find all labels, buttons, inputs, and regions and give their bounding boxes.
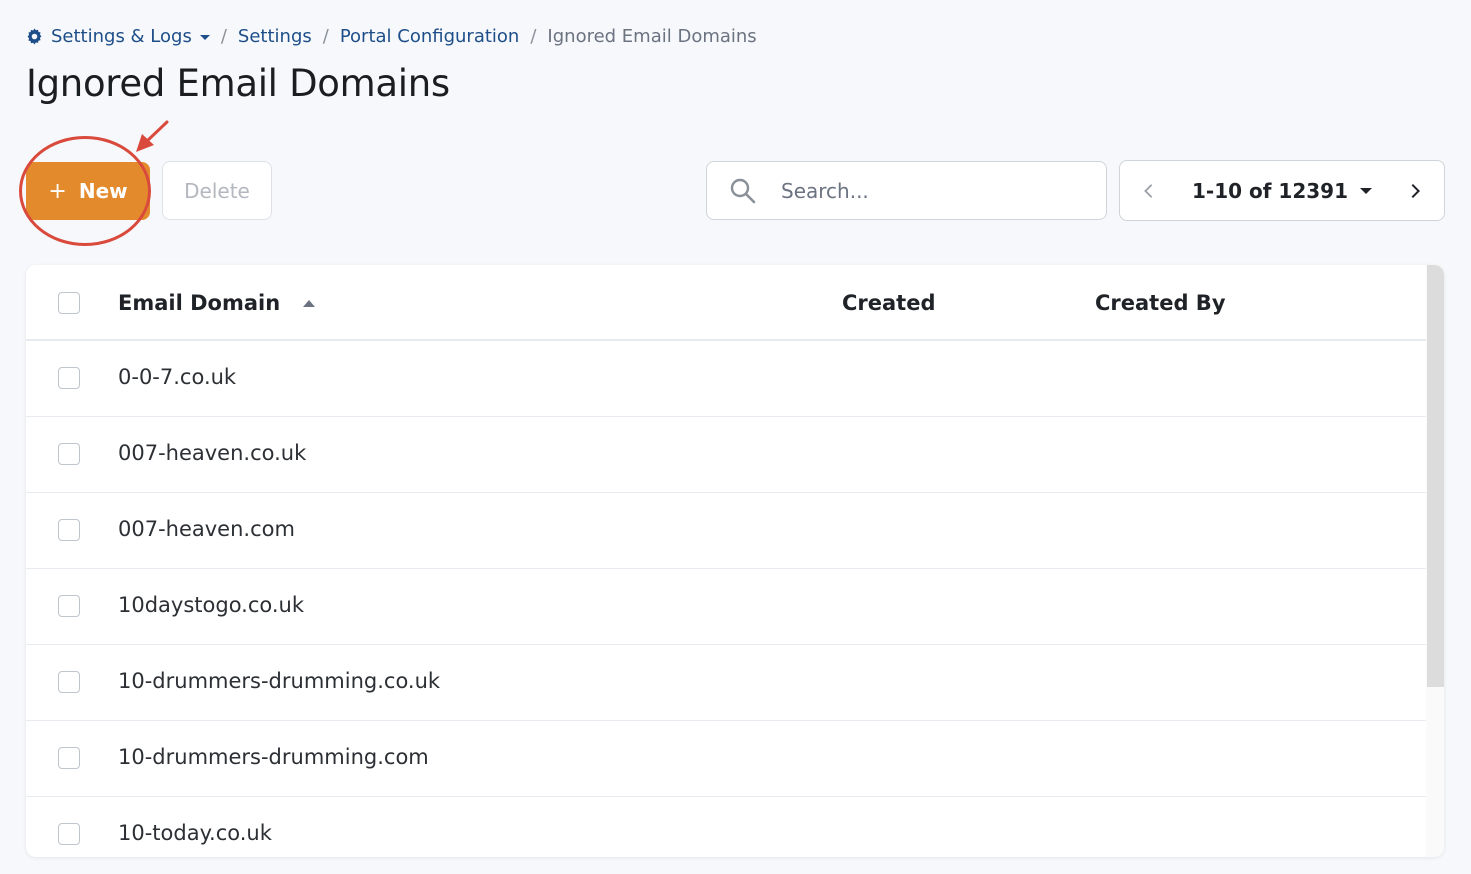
new-button-label: New xyxy=(78,179,128,203)
gear-icon xyxy=(26,28,43,45)
table-header: Email Domain Created Created By xyxy=(26,265,1426,341)
table-row[interactable]: 10-today.co.uk xyxy=(26,797,1426,857)
row-checkbox[interactable] xyxy=(58,671,80,693)
email-domain-cell[interactable]: 10daystogo.co.uk xyxy=(118,593,304,617)
table-row[interactable]: 007-heaven.com xyxy=(26,493,1426,569)
breadcrumb-separator: / xyxy=(322,25,329,47)
row-checkbox[interactable] xyxy=(58,519,80,541)
column-header-email-domain[interactable]: Email Domain xyxy=(118,291,280,315)
row-checkbox[interactable] xyxy=(58,595,80,617)
email-domain-cell[interactable]: 10-today.co.uk xyxy=(118,821,272,845)
page-title: Ignored Email Domains xyxy=(26,62,450,105)
delete-button[interactable]: Delete xyxy=(162,161,272,220)
row-checkbox[interactable] xyxy=(58,367,80,389)
email-domain-cell[interactable]: 0-0-7.co.uk xyxy=(118,365,236,389)
select-all-checkbox[interactable] xyxy=(58,292,80,314)
search-box[interactable] xyxy=(706,161,1107,220)
email-domain-cell[interactable]: 007-heaven.com xyxy=(118,517,295,541)
scrollbar-thumb[interactable] xyxy=(1427,265,1444,687)
annotation-arrow-icon xyxy=(136,120,169,152)
chevron-down-icon xyxy=(1360,187,1372,194)
search-icon xyxy=(729,177,757,205)
chevron-left-icon[interactable] xyxy=(1136,178,1162,204)
page-range-dropdown[interactable]: 1-10 of 12391 xyxy=(1192,179,1372,203)
column-header-created[interactable]: Created xyxy=(842,291,936,315)
plus-icon: + xyxy=(48,178,67,204)
table-row[interactable]: 10daystogo.co.uk xyxy=(26,569,1426,645)
search-input[interactable] xyxy=(779,177,1083,204)
pagination: 1-10 of 12391 xyxy=(1119,160,1445,221)
delete-button-label: Delete xyxy=(184,178,250,203)
table-row[interactable]: 007-heaven.co.uk xyxy=(26,417,1426,493)
table-row[interactable]: 10-drummers-drumming.com xyxy=(26,721,1426,797)
table-row[interactable]: 10-drummers-drumming.co.uk xyxy=(26,645,1426,721)
breadcrumb-separator: / xyxy=(220,25,227,47)
breadcrumb-portal-configuration[interactable]: Portal Configuration xyxy=(340,26,520,47)
new-button[interactable]: + New xyxy=(26,162,150,220)
chevron-right-icon[interactable] xyxy=(1402,178,1428,204)
breadcrumb-separator: / xyxy=(530,25,537,47)
email-domain-cell[interactable]: 10-drummers-drumming.com xyxy=(118,745,429,769)
row-checkbox[interactable] xyxy=(58,823,80,845)
breadcrumb-current: Ignored Email Domains xyxy=(547,25,757,47)
table-row[interactable]: 0-0-7.co.uk xyxy=(26,341,1426,417)
row-checkbox[interactable] xyxy=(58,747,80,769)
page-range-label: 1-10 of 12391 xyxy=(1192,178,1348,203)
breadcrumb-settings[interactable]: Settings xyxy=(238,26,312,47)
breadcrumb-settings-logs[interactable]: Settings & Logs xyxy=(51,26,192,47)
sort-ascending-icon[interactable] xyxy=(303,300,315,307)
column-header-created-by[interactable]: Created By xyxy=(1095,291,1226,315)
row-checkbox[interactable] xyxy=(58,443,80,465)
chevron-down-icon[interactable] xyxy=(199,34,210,40)
email-domain-cell[interactable]: 007-heaven.co.uk xyxy=(118,441,306,465)
breadcrumb: Settings & Logs / Settings / Portal Conf… xyxy=(26,22,757,50)
email-domain-cell[interactable]: 10-drummers-drumming.co.uk xyxy=(118,669,440,693)
domains-table: Email Domain Created Created By 0-0-7.co… xyxy=(26,265,1444,857)
